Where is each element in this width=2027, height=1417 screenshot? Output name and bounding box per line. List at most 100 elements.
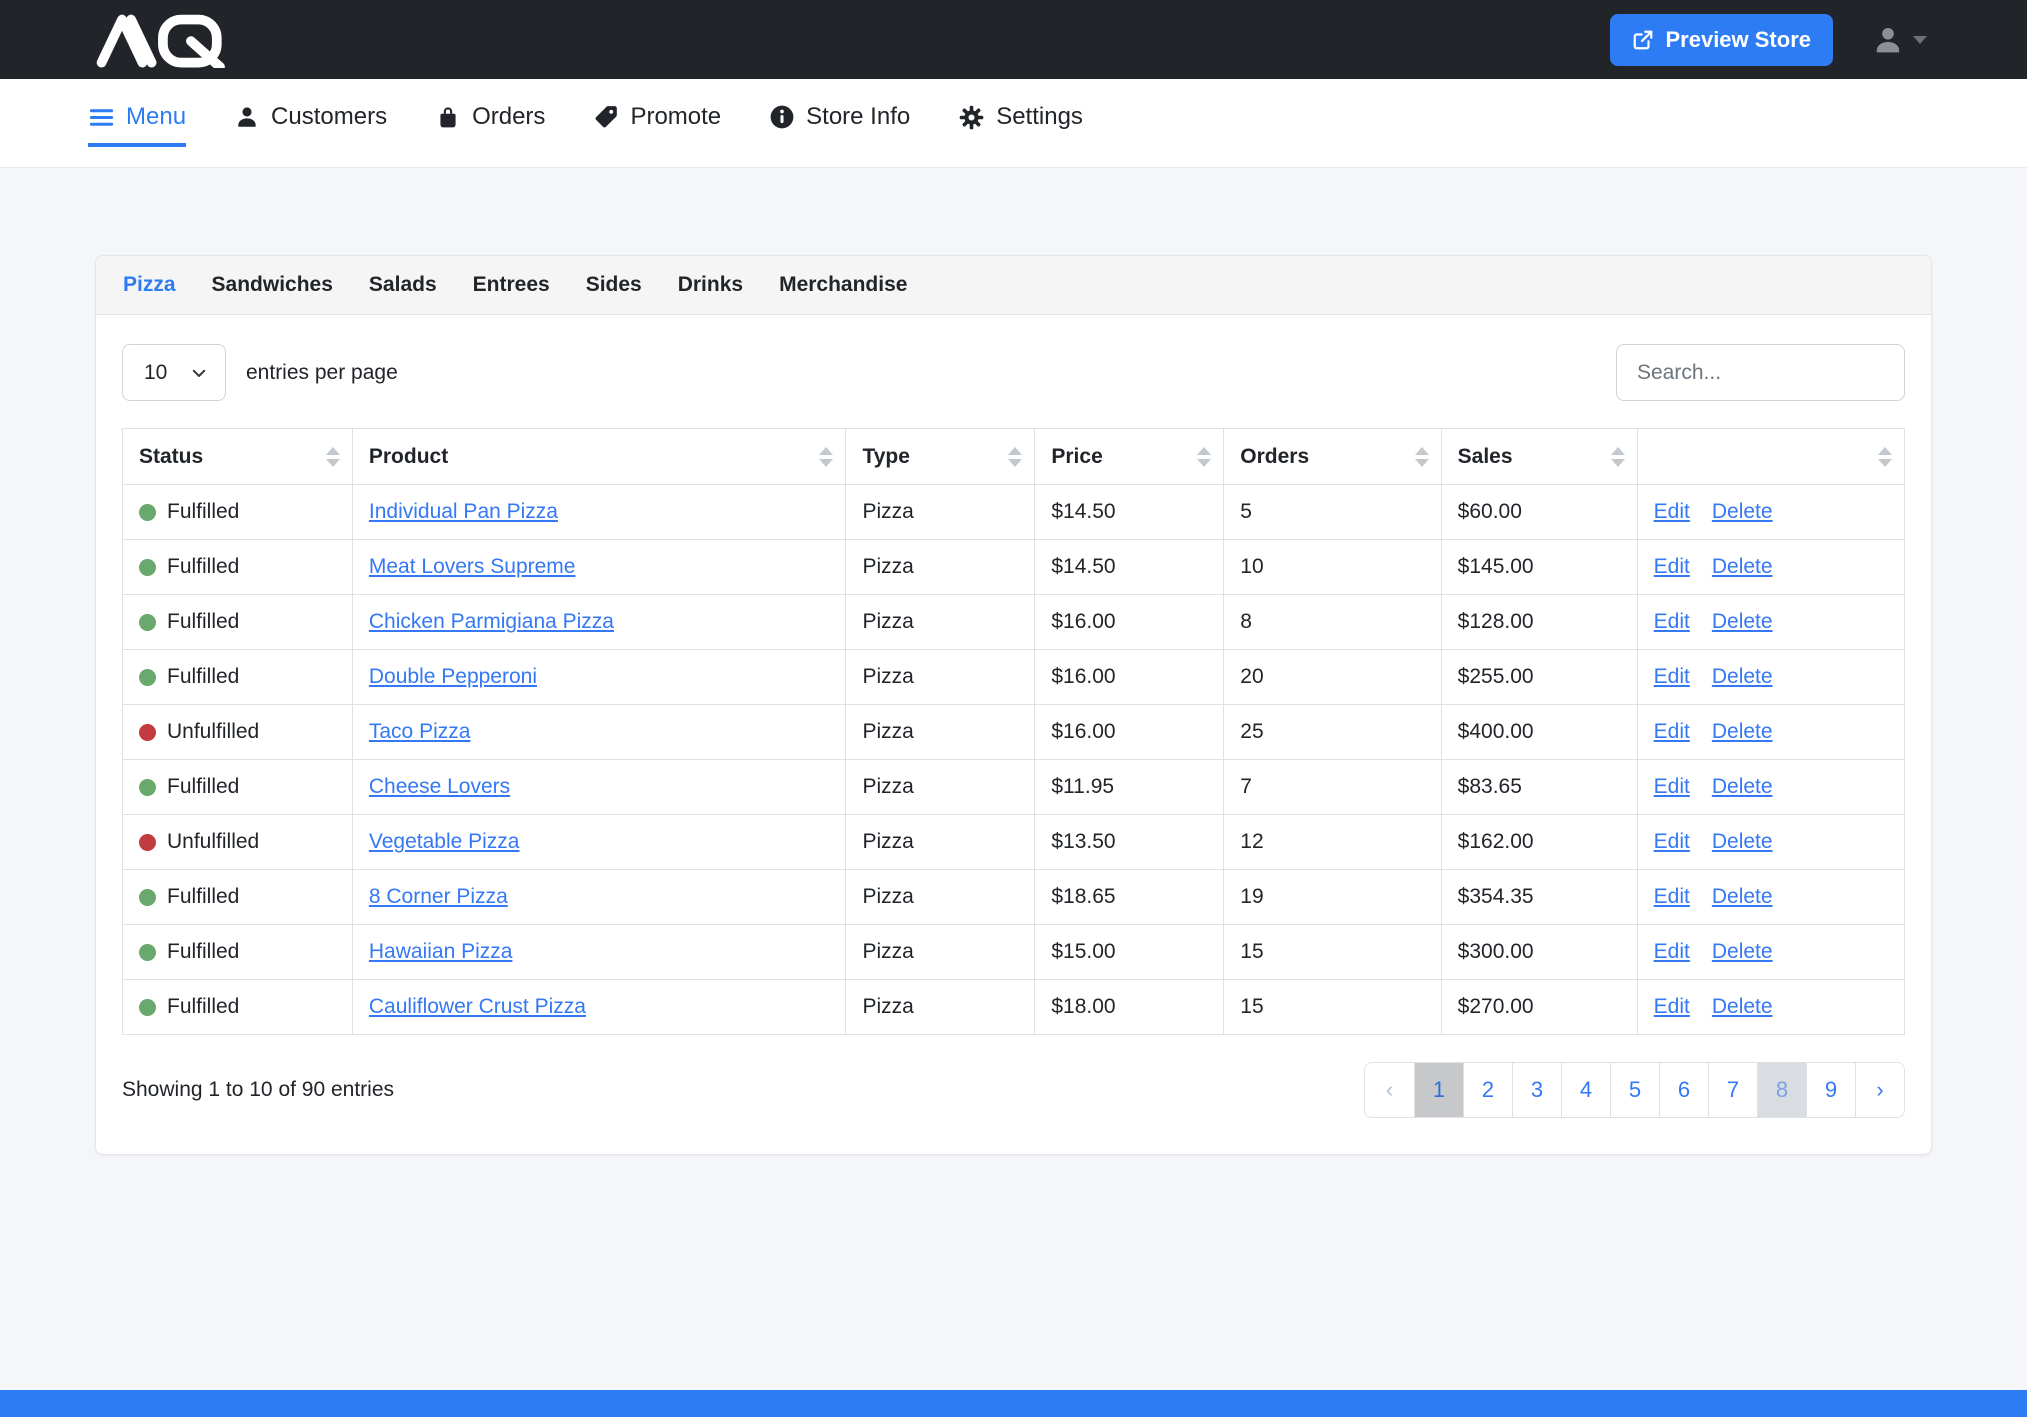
delete-link[interactable]: Delete [1712,995,1773,1018]
column-header-orders[interactable]: Orders [1224,429,1441,485]
price-cell: $16.00 [1035,705,1224,760]
product-link[interactable]: Cauliflower Crust Pizza [369,995,586,1018]
table-controls: 10 entries per page [122,344,1905,401]
actions-cell: Edit Delete [1637,980,1904,1035]
product-link[interactable]: Taco Pizza [369,720,471,743]
product-link[interactable]: Individual Pan Pizza [369,500,558,523]
nav-item-promote[interactable]: Promote [593,103,721,147]
sort-icon [819,447,833,467]
delete-link[interactable]: Delete [1712,665,1773,688]
sort-icon [1878,447,1892,467]
column-header-status[interactable]: Status [123,429,353,485]
edit-link[interactable]: Edit [1654,775,1690,798]
pagination-page-6[interactable]: 6 [1659,1063,1708,1117]
edit-link[interactable]: Edit [1654,665,1690,688]
product-link[interactable]: Vegetable Pizza [369,830,520,853]
delete-link[interactable]: Delete [1712,940,1773,963]
product-link[interactable]: Double Pepperoni [369,665,537,688]
brand-logo[interactable] [88,12,240,68]
table-row: UnfulfilledTaco PizzaPizza$16.0025$400.0… [123,705,1905,760]
account-menu[interactable] [1871,23,1927,57]
product-link[interactable]: Chicken Parmigiana Pizza [369,610,614,633]
column-header-price[interactable]: Price [1035,429,1224,485]
price-cell: $11.95 [1035,760,1224,815]
pagination-page-9[interactable]: 9 [1806,1063,1855,1117]
status-label: Fulfilled [167,500,239,524]
orders-cell: 10 [1224,540,1441,595]
product-cell: Cauliflower Crust Pizza [352,980,846,1035]
entries-per-page-select[interactable]: 10 [122,344,226,401]
delete-link[interactable]: Delete [1712,555,1773,578]
sales-cell: $300.00 [1441,925,1637,980]
pagination-page-7[interactable]: 7 [1708,1063,1757,1117]
pagination-next-button[interactable]: › [1855,1063,1904,1117]
chevron-down-icon [1913,36,1927,44]
tab-entrees[interactable]: Entrees [473,273,550,297]
edit-link[interactable]: Edit [1654,885,1690,908]
type-cell: Pizza [846,705,1035,760]
delete-link[interactable]: Delete [1712,610,1773,633]
edit-link[interactable]: Edit [1654,610,1690,633]
column-header-actions[interactable] [1637,429,1904,485]
tab-pizza[interactable]: Pizza [123,273,176,297]
tab-drinks[interactable]: Drinks [678,273,743,297]
orders-cell: 12 [1224,815,1441,870]
search-input[interactable] [1616,344,1905,401]
column-header-type[interactable]: Type [846,429,1035,485]
nav-item-store-info[interactable]: Store Info [769,103,910,147]
tab-merchandise[interactable]: Merchandise [779,273,907,297]
edit-link[interactable]: Edit [1654,555,1690,578]
nav-item-settings[interactable]: Settings [958,103,1083,147]
pagination-page-5[interactable]: 5 [1610,1063,1659,1117]
status-dot-icon [139,559,156,576]
product-link[interactable]: Cheese Lovers [369,775,510,798]
preview-store-label: Preview Store [1665,27,1811,53]
tag-icon [593,104,619,130]
status-label: Unfulfilled [167,720,259,744]
sort-icon [1415,447,1429,467]
tab-sides[interactable]: Sides [586,273,642,297]
nav-item-menu[interactable]: Menu [88,103,186,147]
nav-item-orders[interactable]: Orders [435,103,545,147]
delete-link[interactable]: Delete [1712,500,1773,523]
product-link[interactable]: 8 Corner Pizza [369,885,508,908]
tab-salads[interactable]: Salads [369,273,437,297]
sales-cell: $354.35 [1441,870,1637,925]
main-navigation: Menu Customers Orders Promote Store Info Sett… [0,79,2027,168]
status-cell: Fulfilled [123,760,353,815]
product-link[interactable]: Meat Lovers Supreme [369,555,576,578]
edit-link[interactable]: Edit [1654,500,1690,523]
info-icon [769,104,795,130]
price-cell: $16.00 [1035,595,1224,650]
price-cell: $18.00 [1035,980,1224,1035]
status-label: Fulfilled [167,555,239,579]
edit-link[interactable]: Edit [1654,940,1690,963]
pagination-page-8[interactable]: 8 [1757,1063,1806,1117]
edit-link[interactable]: Edit [1654,995,1690,1018]
status-dot-icon [139,779,156,796]
category-tabs: Pizza Sandwiches Salads Entrees Sides Drinks M… [96,256,1931,315]
type-cell: Pizza [846,760,1035,815]
entries-per-page-value: 10 [144,361,167,385]
status-cell: Fulfilled [123,650,353,705]
column-header-product[interactable]: Product [352,429,846,485]
status-cell: Fulfilled [123,485,353,540]
delete-link[interactable]: Delete [1712,830,1773,853]
delete-link[interactable]: Delete [1712,720,1773,743]
orders-cell: 15 [1224,925,1441,980]
actions-cell: Edit Delete [1637,595,1904,650]
menu-card: Pizza Sandwiches Salads Entrees Sides Drinks M… [95,255,1932,1155]
pagination-page-2[interactable]: 2 [1463,1063,1512,1117]
preview-store-button[interactable]: Preview Store [1610,14,1833,66]
edit-link[interactable]: Edit [1654,720,1690,743]
delete-link[interactable]: Delete [1712,885,1773,908]
nav-item-customers[interactable]: Customers [234,103,387,147]
pagination-page-1[interactable]: 1 [1414,1063,1463,1117]
edit-link[interactable]: Edit [1654,830,1690,853]
tab-sandwiches[interactable]: Sandwiches [212,273,333,297]
delete-link[interactable]: Delete [1712,775,1773,798]
product-link[interactable]: Hawaiian Pizza [369,940,513,963]
pagination-page-4[interactable]: 4 [1561,1063,1610,1117]
column-header-sales[interactable]: Sales [1441,429,1637,485]
pagination-page-3[interactable]: 3 [1512,1063,1561,1117]
